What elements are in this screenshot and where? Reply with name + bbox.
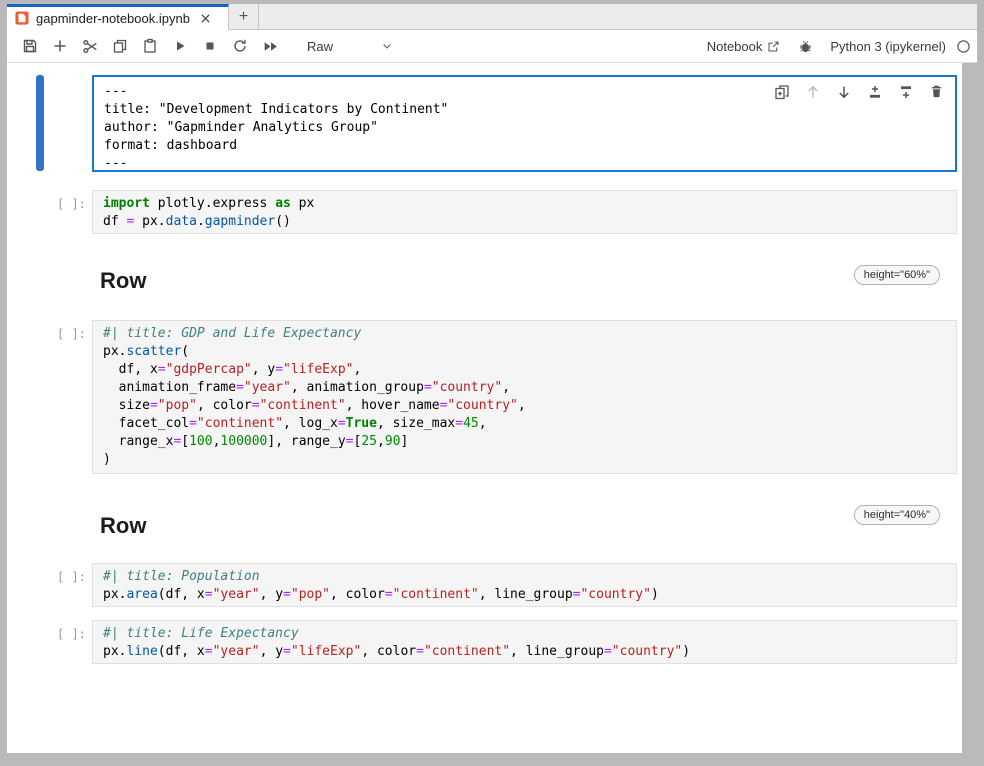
cell-code-imports[interactable]: import plotly.express as pxdf = px.data.… [92, 190, 957, 234]
cell-code-scatter[interactable]: #| title: GDP and Life Expectancypx.scat… [92, 320, 957, 474]
jupyterlab-window: gapminder-notebook.ipynb + [7, 4, 977, 753]
cell-prompt: [ ]: [57, 325, 91, 343]
paste-cells-button[interactable] [135, 33, 165, 59]
kernel-name[interactable]: Python 3 (ipykernel) [830, 39, 946, 54]
scatter-code[interactable]: #| title: GDP and Life Expectancypx.scat… [103, 325, 946, 469]
cell-raw-frontmatter[interactable]: ---title: "Development Indicators by Con… [92, 75, 957, 172]
tab-bar: gapminder-notebook.ipynb + [7, 4, 977, 30]
imports-code[interactable]: import plotly.express as pxdf = px.data.… [103, 195, 946, 231]
height-badge-60: height="60%" [854, 265, 940, 285]
notebook-panel-button[interactable]: Notebook [707, 39, 781, 54]
cell-toolbar [773, 83, 945, 100]
delete-cell-trash-icon[interactable] [928, 83, 945, 100]
notebook-file-icon [15, 11, 29, 25]
external-link-icon [767, 40, 780, 53]
cell-prompt: [ ]: [57, 625, 91, 643]
cell-type-value: Raw [307, 39, 333, 54]
tab-close-icon[interactable] [197, 10, 214, 27]
move-cell-down-icon[interactable] [835, 83, 852, 100]
notebook-toolbar: Raw Notebook Pyt [7, 30, 977, 63]
interrupt-kernel-button[interactable] [195, 33, 225, 59]
kernel-status-icon[interactable] [956, 39, 971, 54]
cell-prompt: [ ]: [57, 195, 91, 213]
notebook-content: ---title: "Development Indicators by Con… [7, 63, 977, 753]
life-expectancy-code[interactable]: #| title: Life Expectancypx.line(df, x="… [103, 625, 946, 661]
active-cell-collapser[interactable] [36, 75, 44, 171]
new-tab-button[interactable]: + [229, 4, 259, 29]
markdown-heading-row-2: Row [100, 513, 146, 539]
insert-cell-button[interactable] [45, 33, 75, 59]
save-button[interactable] [15, 33, 45, 59]
insert-cell-below-icon[interactable] [897, 83, 914, 100]
restart-kernel-button[interactable] [225, 33, 255, 59]
cut-cells-button[interactable] [75, 33, 105, 59]
cell-type-dropdown[interactable]: Raw [307, 39, 393, 54]
insert-cell-above-icon[interactable] [866, 83, 883, 100]
height-badge-40: height="40%" [854, 505, 940, 525]
restart-run-all-button[interactable] [255, 33, 285, 59]
markdown-heading-row-1: Row [100, 268, 146, 294]
run-cell-button[interactable] [165, 33, 195, 59]
copy-cells-button[interactable] [105, 33, 135, 59]
new-tab-plus-icon: + [239, 8, 248, 26]
right-gutter [962, 63, 977, 753]
cell-code-population[interactable]: #| title: Populationpx.area(df, x="year"… [92, 563, 957, 607]
cell-prompt: [ ]: [57, 568, 91, 586]
debugger-bug-icon[interactable] [790, 33, 820, 59]
duplicate-cell-icon[interactable] [773, 83, 790, 100]
population-code[interactable]: #| title: Populationpx.area(df, x="year"… [103, 568, 946, 604]
tab-title: gapminder-notebook.ipynb [36, 11, 190, 26]
tab-notebook[interactable]: gapminder-notebook.ipynb [7, 4, 229, 30]
move-cell-up-icon[interactable] [804, 83, 821, 100]
notebook-panel-label: Notebook [707, 39, 763, 54]
cell-code-life-expectancy[interactable]: #| title: Life Expectancypx.line(df, x="… [92, 620, 957, 664]
chevron-down-icon [381, 40, 393, 52]
